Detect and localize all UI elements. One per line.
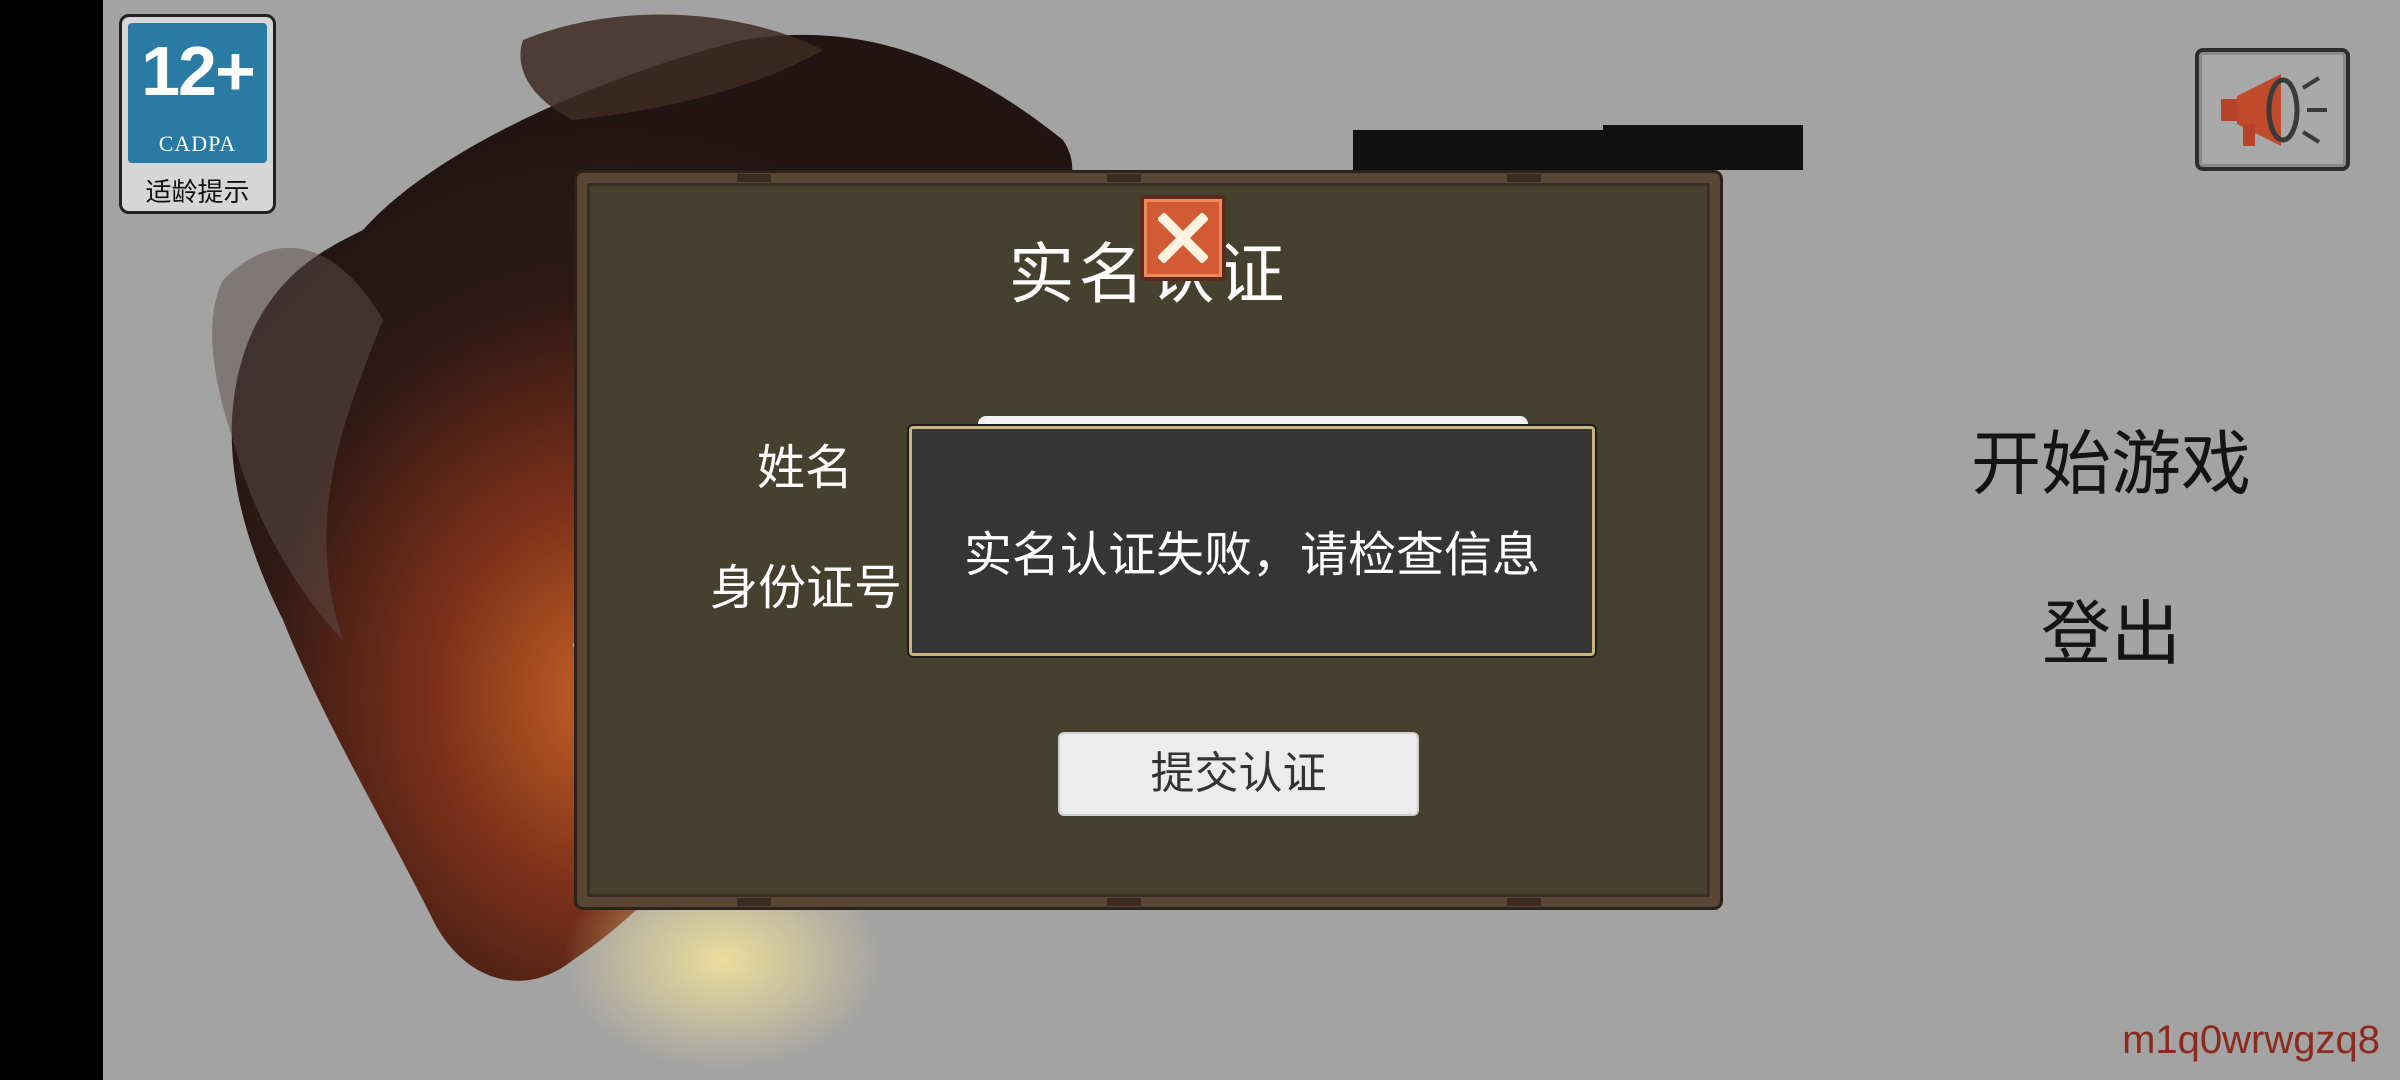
id-number-label: 身份证号: [710, 560, 903, 616]
toast-message: 实名认证失败，请检查信息: [963, 527, 1540, 583]
age-rating-org: CADPA: [158, 131, 237, 156]
dialog-rivet: [1107, 174, 1141, 182]
user-id-label: m1q0wrwgzq8: [2122, 1018, 2380, 1062]
start-game-button[interactable]: 开始游戏: [1911, 408, 2311, 509]
name-label: 姓名: [757, 440, 854, 496]
age-rating-panel: 12+ CADPA: [128, 23, 267, 163]
dialog-rivet: [1507, 898, 1541, 906]
close-icon: [1158, 213, 1208, 263]
age-rating-number: 12+: [141, 32, 256, 110]
dialog-rivet: [1107, 898, 1141, 906]
age-rating-badge: 12+ CADPA 适龄提示: [119, 14, 276, 214]
dialog-rivet: [737, 174, 771, 182]
dialog-rivet: [737, 898, 771, 906]
dialog-rivet: [1507, 174, 1541, 182]
close-button[interactable]: [1140, 195, 1226, 281]
error-toast: 实名认证失败，请检查信息: [909, 426, 1595, 656]
left-black-bar: [0, 0, 103, 1080]
logout-button[interactable]: 登出: [1911, 578, 2311, 679]
megaphone-icon: [2221, 74, 2327, 146]
announce-button[interactable]: [2195, 48, 2350, 171]
age-rating-tip: 适龄提示: [145, 178, 250, 208]
submit-auth-button[interactable]: 提交认证: [1058, 732, 1419, 816]
